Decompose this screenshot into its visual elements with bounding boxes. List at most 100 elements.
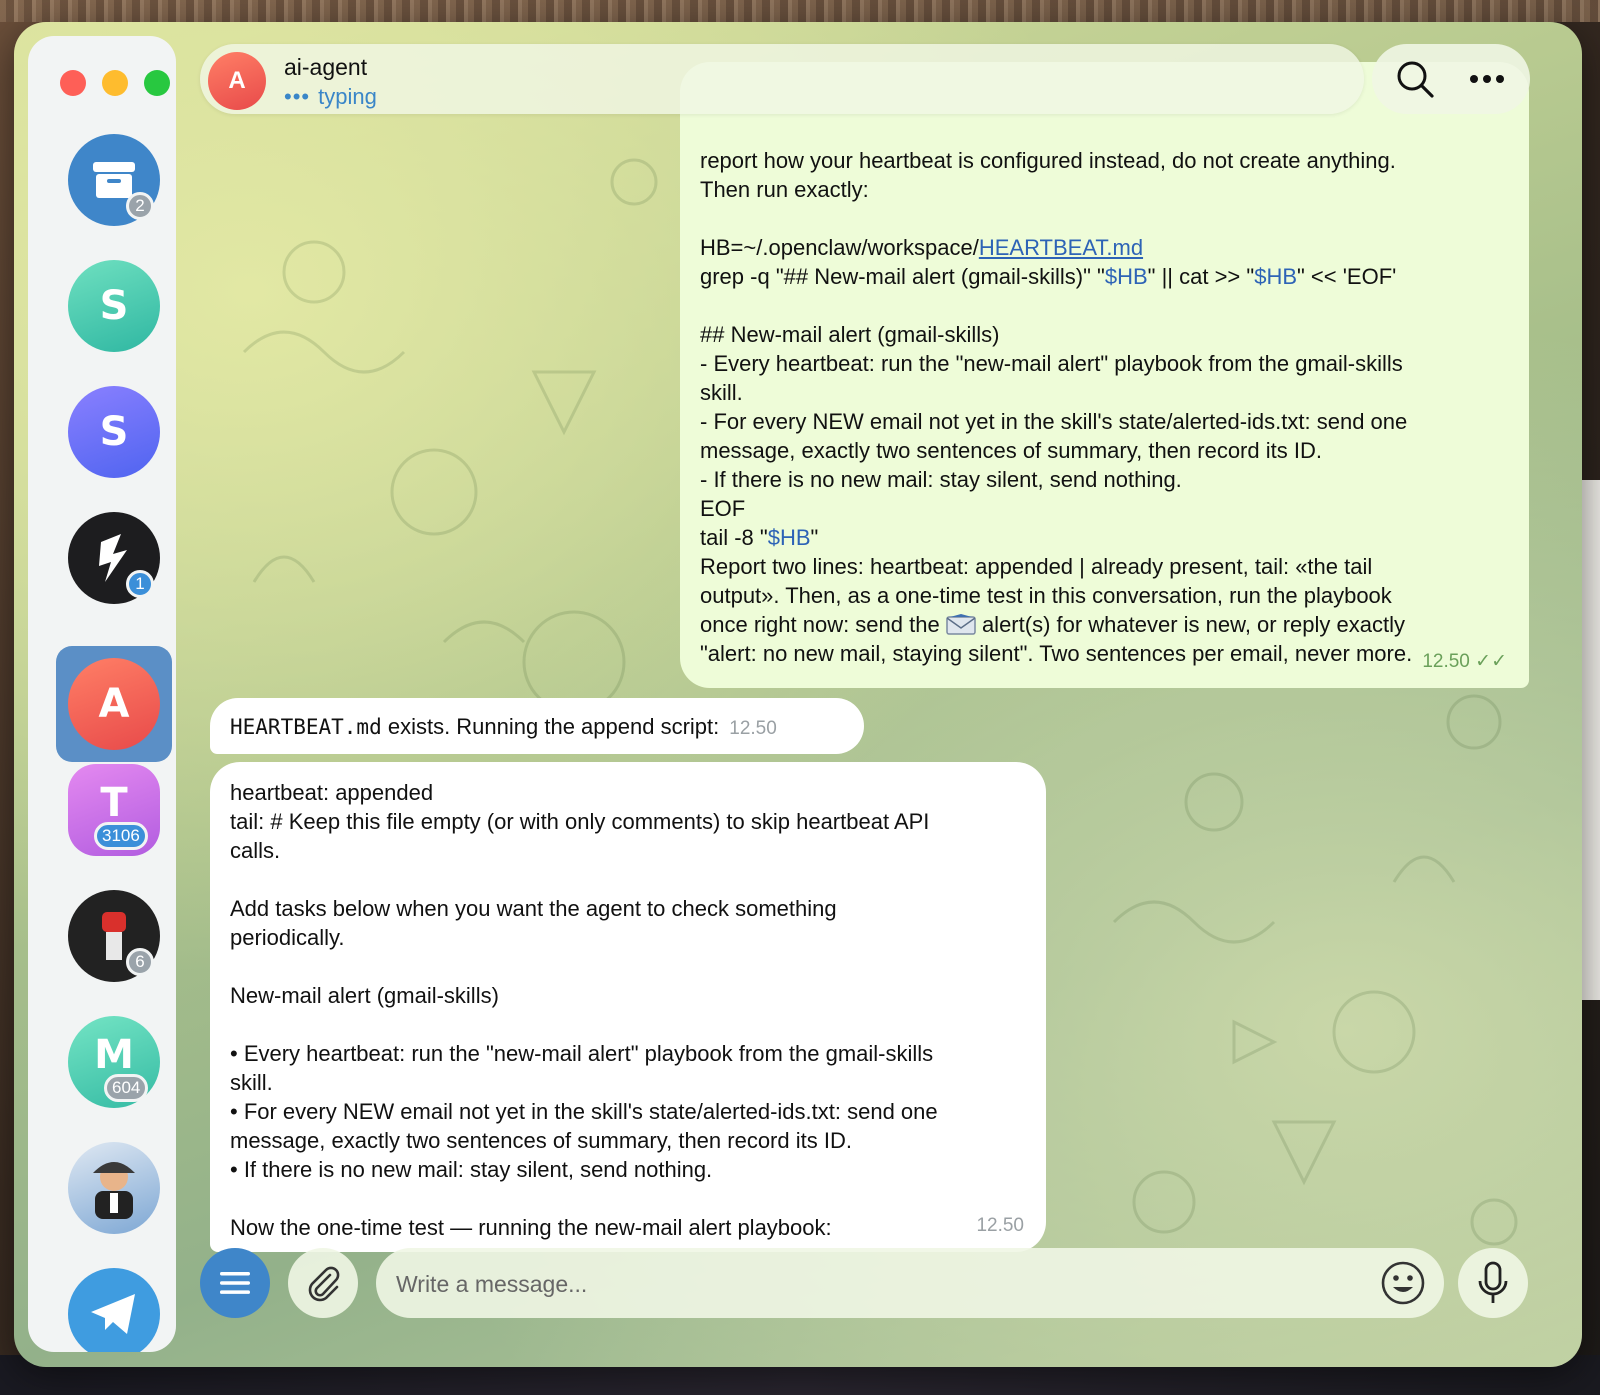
cartoon-avatar-icon (93, 1162, 135, 1219)
message-line: output». Then, as a one-time test in thi… (700, 583, 1392, 608)
outgoing-message[interactable]: report how your heartbeat is configured … (680, 62, 1529, 688)
message-line: message, exactly two sentences of summar… (230, 1128, 852, 1153)
message-meta: 12.50 ✓✓ (1422, 647, 1507, 676)
more-icon (1470, 75, 1504, 83)
chat-archive[interactable]: 2 (68, 134, 160, 226)
filename-text: HEARTBEAT.md (230, 715, 382, 739)
chat-t[interactable]: T 3106 (68, 764, 160, 856)
message-line (230, 1184, 1026, 1213)
search-icon (1397, 61, 1434, 98)
chat-fist-photo[interactable]: 6 (68, 890, 160, 982)
message-time: 12.50 (729, 718, 777, 739)
unread-badge: 1 (126, 570, 154, 598)
message-line: tail -8 "$HB" (700, 523, 1509, 552)
chat-s-teal[interactable]: S (68, 260, 160, 352)
header-actions (1372, 44, 1530, 114)
code-text: grep -q "## New-mail alert (gmail-skills… (700, 264, 1105, 289)
code-text: " || cat >> " (1147, 264, 1255, 289)
chat-m[interactable]: M 604 (68, 1016, 160, 1108)
code-text: tail -8 " (700, 525, 768, 550)
emoji-icon (1381, 1261, 1425, 1305)
chat-list-sidebar: 2 S S 1 A T 3106 6 M 604 (28, 36, 176, 1352)
hb-variable: $HB (767, 525, 811, 550)
telegram-window: 2 S S 1 A T 3106 6 M 604 report how your… (14, 22, 1582, 1367)
message-line: grep -q "## New-mail alert (gmail-skills… (700, 262, 1509, 291)
message-line: • Every heartbeat: run the "new-mail ale… (230, 1041, 934, 1066)
attach-icon (308, 1266, 340, 1302)
avatar-letter: M (94, 1032, 134, 1078)
message-line: • If there is no new mail: stay silent, … (230, 1157, 713, 1182)
message-line: Then run exactly: (700, 177, 869, 202)
mic-icon (1478, 1261, 1508, 1303)
message-line: periodically. (230, 925, 345, 950)
mail-emoji-icon (946, 614, 976, 635)
message-line (230, 952, 1026, 981)
message-line: Report two lines: heartbeat: appended | … (700, 554, 1373, 579)
bot-menu-button[interactable] (200, 1248, 270, 1318)
chat-dark-logo[interactable]: 1 (68, 512, 160, 604)
message-line: calls. (230, 838, 281, 863)
message-line: - Every heartbeat: run the "new-mail ale… (700, 351, 1403, 376)
avatar-letter: S (99, 283, 129, 329)
message-line (700, 291, 1509, 320)
window-zoom-button[interactable] (144, 70, 170, 96)
message-line: EOF (700, 496, 746, 521)
typing-status: ••• typing (284, 84, 377, 110)
chat-cartoon-photo[interactable] (68, 1142, 160, 1234)
incoming-message-2[interactable]: heartbeat: appended tail: # Keep this fi… (210, 762, 1046, 1252)
code-text: " (810, 525, 819, 550)
attach-button[interactable] (288, 1248, 358, 1318)
message-line (700, 204, 1509, 233)
chat-title: ai-agent (284, 54, 368, 80)
message-input[interactable] (394, 1248, 1358, 1320)
background-top (0, 0, 1600, 22)
chat-s-purple[interactable]: S (68, 386, 160, 478)
message-line: skill. (230, 1070, 273, 1095)
emoji-button[interactable] (1376, 1256, 1430, 1310)
message-composer (376, 1248, 1444, 1320)
message-line: report how your heartbeat is configured … (700, 148, 1396, 173)
message-line: message, exactly two sentences of summar… (700, 438, 1322, 463)
menu-icon (220, 1272, 250, 1294)
message-line: - For every NEW email not yet in the ski… (700, 409, 1408, 434)
message-text: alert(s) for whatever is new, or reply e… (975, 612, 1405, 637)
message-line: heartbeat: appended (230, 780, 434, 805)
unread-badge: 3106 (94, 822, 148, 850)
chat-ai-agent[interactable]: A (68, 658, 160, 750)
message-line: HB=~/.openclaw/workspace/HEARTBEAT.md (700, 233, 1509, 262)
incoming-message-1[interactable]: HEARTBEAT.md exists. Running the append … (210, 698, 864, 754)
code-text: HB=~/.openclaw/workspace/ (700, 235, 979, 260)
telegram-icon (91, 1294, 135, 1334)
hb-variable: $HB (1254, 264, 1297, 289)
message-line: Add tasks below when you want the agent … (230, 896, 837, 921)
message-line: New-mail alert (gmail-skills) (230, 983, 499, 1008)
message-line: • For every NEW email not yet in the ski… (230, 1099, 938, 1124)
hb-variable: $HB (1104, 264, 1148, 289)
unread-badge: 2 (126, 192, 154, 220)
message-line (230, 865, 1026, 894)
window-close-button[interactable] (60, 70, 86, 96)
chat-header[interactable]: A ai-agent ••• typing (200, 44, 1364, 114)
typing-dots-icon: ••• (284, 84, 311, 109)
chat-avatar[interactable]: A (208, 52, 266, 110)
message-line: once right now: send the alert(s) for wh… (700, 610, 1509, 639)
avatar-letter: A (98, 681, 130, 727)
message-line: tail: # Keep this file empty (or with on… (230, 809, 930, 834)
read-ticks-icon: ✓✓ (1475, 651, 1507, 672)
voice-message-button[interactable] (1458, 1248, 1528, 1318)
chat-telegram[interactable] (68, 1268, 160, 1352)
message-line: ## New-mail alert (gmail-skills) (700, 322, 1000, 347)
status-text: typing (318, 84, 377, 109)
code-text: " << 'EOF' (1297, 264, 1397, 289)
window-minimize-button[interactable] (102, 70, 128, 96)
avatar-letter: T (100, 780, 128, 826)
message-line: Now the one-time test — running the new-… (230, 1215, 832, 1240)
message-line: - If there is no new mail: stay silent, … (700, 467, 1182, 492)
message-line: "alert: no new mail, staying silent". Tw… (700, 641, 1413, 666)
message-text: once right now: send the (700, 612, 946, 637)
search-button[interactable] (1380, 44, 1450, 114)
more-button[interactable] (1452, 44, 1522, 114)
unread-badge: 604 (104, 1074, 149, 1102)
unread-badge: 6 (126, 948, 154, 976)
heartbeat-file-link[interactable]: HEARTBEAT.md (979, 235, 1143, 260)
